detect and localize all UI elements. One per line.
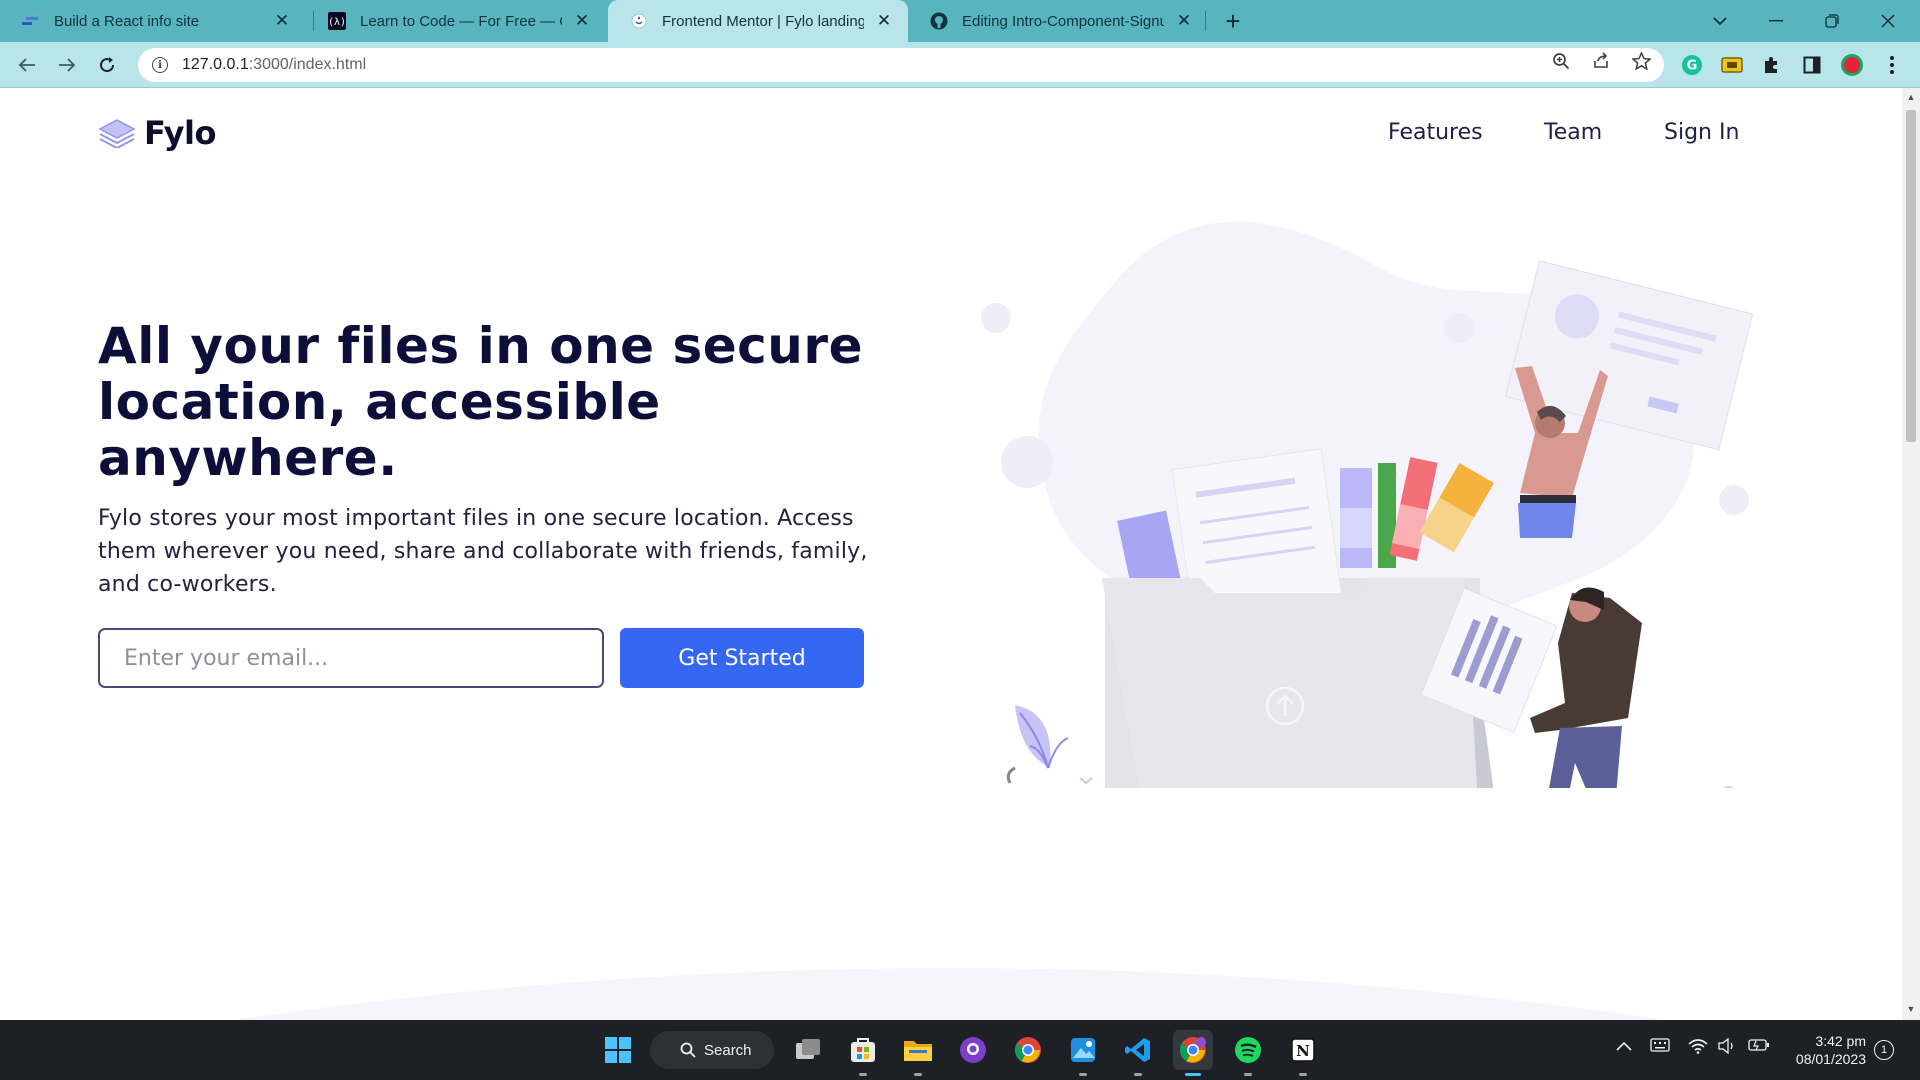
reload-icon[interactable] xyxy=(92,50,122,80)
tab-title: Learn to Code — For Free — Coding xyxy=(360,12,562,30)
get-started-button[interactable]: Get Started xyxy=(620,628,864,688)
close-icon[interactable]: ✕ xyxy=(1174,11,1194,31)
tab-frontend-mentor[interactable]: Frontend Mentor | Fylo landing page ✕ xyxy=(608,0,908,42)
new-tab-button[interactable]: + xyxy=(1218,6,1248,36)
section-curve-divider xyxy=(233,968,1667,1020)
side-panel-icon[interactable] xyxy=(1800,53,1824,77)
scroll-down-icon[interactable]: ▼ xyxy=(1906,1004,1916,1016)
wifi-icon[interactable] xyxy=(1688,1038,1708,1058)
fylo-logo-icon xyxy=(98,119,136,148)
close-icon[interactable]: ✕ xyxy=(874,11,894,31)
photos-icon[interactable] xyxy=(1063,1030,1103,1076)
svg-text:(λ): (λ) xyxy=(328,17,346,28)
svg-text:N: N xyxy=(1296,1042,1310,1060)
keyboard-icon[interactable] xyxy=(1650,1038,1670,1056)
battery-icon[interactable] xyxy=(1748,1038,1770,1056)
restore-icon[interactable] xyxy=(1804,0,1860,42)
menu-kebab-icon[interactable] xyxy=(1880,53,1904,77)
github-desktop-icon[interactable] xyxy=(953,1030,993,1070)
tab-search-chevron-icon[interactable] xyxy=(1692,0,1748,42)
freecodecamp-icon: (λ) xyxy=(328,12,346,30)
frontend-mentor-icon xyxy=(630,12,648,30)
start-icon[interactable] xyxy=(598,1030,638,1070)
tab-title: Build a React info site xyxy=(54,12,200,30)
taskbar-search[interactable]: Search xyxy=(650,1031,774,1069)
vscode-icon[interactable] xyxy=(1118,1030,1158,1076)
running-indicator xyxy=(1134,1073,1142,1076)
github-icon xyxy=(930,12,948,30)
volume-icon[interactable] xyxy=(1718,1037,1736,1058)
tab-separator xyxy=(1205,11,1206,31)
clock-date: 08/01/2023 xyxy=(1795,1051,1866,1067)
notification-badge[interactable]: 1 xyxy=(1874,1040,1894,1060)
address-bar[interactable]: i 127.0.0.1:3000/index.html xyxy=(138,48,1664,82)
page-scrollbar[interactable]: ▲ ▼ xyxy=(1902,88,1920,1020)
nav-sign-in[interactable]: Sign In xyxy=(1664,120,1739,145)
running-indicator xyxy=(1299,1073,1307,1076)
site-info-icon[interactable]: i xyxy=(152,57,168,73)
back-arrow-icon[interactable] xyxy=(12,50,42,80)
browser-tab-strip: Build a React info site ✕ (λ) Learn to C… xyxy=(0,0,1920,42)
close-icon[interactable]: ✕ xyxy=(272,11,292,31)
minimize-icon[interactable] xyxy=(1748,0,1804,42)
chrome-icon[interactable] xyxy=(1008,1030,1048,1070)
hero-illustration xyxy=(981,221,1754,788)
tab-title: Frontend Mentor | Fylo landing page xyxy=(662,12,864,30)
running-indicator xyxy=(1079,1073,1087,1076)
notion-icon[interactable]: N xyxy=(1283,1030,1323,1076)
share-icon[interactable] xyxy=(1590,50,1612,72)
task-view-icon[interactable] xyxy=(788,1030,828,1070)
browser-toolbar: i 127.0.0.1:3000/index.html G xyxy=(0,42,1920,88)
tab-github[interactable]: Editing Intro-Component-Signup ✕ xyxy=(908,0,1208,42)
close-window-icon[interactable] xyxy=(1860,0,1916,42)
scroll-up-icon[interactable]: ▲ xyxy=(1906,92,1916,104)
bookmark-star-icon[interactable] xyxy=(1630,50,1652,72)
profile-avatar-icon[interactable] xyxy=(1840,53,1864,77)
logo-text: Fylo xyxy=(144,114,216,152)
nav-team[interactable]: Team xyxy=(1544,120,1602,145)
running-indicator xyxy=(859,1073,867,1076)
tab-react-info-site[interactable]: Build a React info site ✕ xyxy=(0,0,306,42)
clock-time: 3:42 pm xyxy=(1815,1033,1866,1049)
cast-extension-icon[interactable] xyxy=(1720,53,1744,77)
running-indicator xyxy=(1185,1073,1201,1076)
scrimba-icon xyxy=(22,12,40,30)
zoom-icon[interactable] xyxy=(1550,50,1572,72)
running-indicator xyxy=(1244,1073,1252,1076)
fylo-logo[interactable]: Fylo xyxy=(98,114,216,152)
tab-title: Editing Intro-Component-Signup xyxy=(962,12,1164,30)
chrome-profile-icon[interactable] xyxy=(1173,1030,1213,1076)
close-icon[interactable]: ✕ xyxy=(572,11,592,31)
search-icon xyxy=(680,1042,696,1058)
grammarly-icon[interactable]: G xyxy=(1680,53,1704,77)
extensions-puzzle-icon[interactable] xyxy=(1760,53,1784,77)
windows-taskbar: Search N 3:42 pm 08/01/2023 1 xyxy=(0,1020,1920,1080)
microsoft-store-icon[interactable] xyxy=(843,1030,883,1076)
taskbar-clock[interactable]: 3:42 pm 08/01/2023 xyxy=(1786,1032,1866,1068)
hero-heading: All your files in one secure location, a… xyxy=(98,317,863,487)
url-host: 127.0.0.1 xyxy=(182,56,249,73)
email-input[interactable] xyxy=(98,628,604,688)
hero-description: Fylo stores your most important files in… xyxy=(98,506,868,597)
url-path: :3000/index.html xyxy=(248,56,367,73)
forward-arrow-icon[interactable] xyxy=(52,50,82,80)
svg-text:G: G xyxy=(1687,59,1698,74)
running-indicator xyxy=(914,1073,922,1076)
scrollbar-thumb[interactable] xyxy=(1906,110,1916,442)
address-url: 127.0.0.1:3000/index.html xyxy=(182,56,366,74)
spotify-icon[interactable] xyxy=(1228,1030,1268,1076)
page-viewport: Fylo Features Team Sign In All your file… xyxy=(0,88,1902,1020)
file-explorer-icon[interactable] xyxy=(898,1030,938,1076)
tab-freecodecamp[interactable]: (λ) Learn to Code — For Free — Coding ✕ xyxy=(306,0,606,42)
show-hidden-icons-chevron-icon[interactable] xyxy=(1616,1038,1632,1055)
search-label: Search xyxy=(704,1041,752,1059)
nav-features[interactable]: Features xyxy=(1388,120,1483,145)
